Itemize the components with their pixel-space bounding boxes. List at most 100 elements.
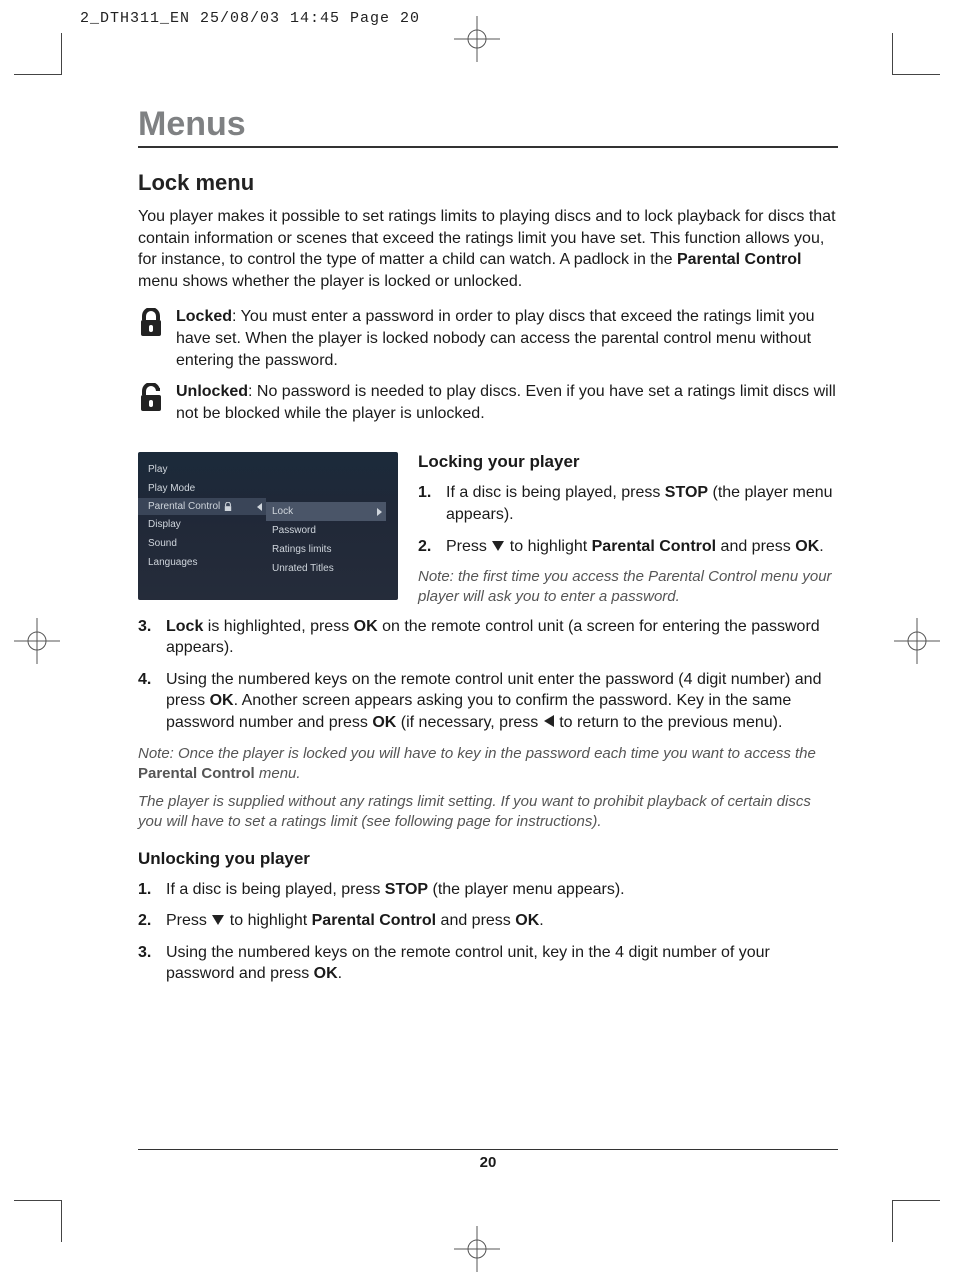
two-column-layout: Play Play Mode Parental Control Display … — [138, 452, 838, 615]
print-header: 2_DTH311_EN 25/08/03 14:45 Page 20 — [80, 10, 420, 27]
crop-mark-icon — [893, 74, 940, 75]
text: Parental Control — [148, 501, 220, 512]
text-bold: Parental Control — [677, 251, 801, 268]
text-bold: OK — [314, 965, 338, 982]
text: to highlight — [505, 538, 591, 555]
lock-closed-icon — [138, 308, 164, 338]
page-footer: 20 — [138, 1149, 838, 1171]
text: Using the numbered keys on the remote co… — [166, 944, 770, 983]
step-text: Using the numbered keys on the remote co… — [166, 669, 838, 734]
intro-paragraph: You player makes it possible to set rati… — [138, 206, 838, 292]
unlocked-description: Unlocked: No password is needed to play … — [138, 381, 838, 424]
text: . — [539, 912, 543, 929]
registration-mark-icon — [454, 16, 500, 62]
page: 2_DTH311_EN 25/08/03 14:45 Page 20 Menus… — [0, 0, 954, 1281]
note-text: The player is supplied without any ratin… — [138, 792, 838, 833]
step-number: 1. — [138, 879, 160, 901]
text: is highlighted, press — [203, 618, 353, 635]
crop-mark-icon — [892, 1200, 893, 1242]
text: . — [819, 538, 823, 555]
step-number: 3. — [138, 942, 160, 985]
step-text: Using the numbered keys on the remote co… — [166, 942, 838, 985]
text: Lock — [272, 506, 293, 517]
crop-mark-icon — [14, 1200, 61, 1201]
step: 4. Using the numbered keys on the remote… — [138, 669, 838, 734]
arrow-down-icon — [491, 540, 505, 552]
triangle-right-icon — [377, 508, 382, 516]
step: 3. Lock is highlighted, press OK on the … — [138, 616, 838, 659]
crop-mark-icon — [61, 33, 62, 75]
text-bold: OK — [515, 912, 539, 929]
step: 2. Press to highlight Parental Control a… — [418, 536, 838, 558]
locking-column: Locking your player 1. If a disc is bein… — [418, 452, 838, 615]
text-bold: OK — [210, 692, 234, 709]
menu-item-selected: Parental Control — [138, 498, 266, 515]
step: 1. If a disc is being played, press STOP… — [418, 482, 838, 525]
section-heading: Lock menu — [138, 170, 838, 196]
crop-mark-icon — [892, 33, 893, 75]
step-text: Press to highlight Parental Control and … — [166, 910, 544, 932]
unlocking-steps: 1. If a disc is being played, press STOP… — [138, 879, 838, 985]
text: (if necessary, press — [396, 714, 542, 731]
crop-mark-icon — [14, 74, 61, 75]
text-bold: Parental Control — [138, 765, 255, 782]
menu-item: Ratings limits — [266, 540, 386, 559]
lock-open-icon — [138, 383, 164, 413]
step-text: If a disc is being played, press STOP (t… — [446, 482, 838, 525]
unlocked-text: Unlocked: No password is needed to play … — [176, 381, 838, 424]
text: and press — [716, 538, 795, 555]
step-text: Lock is highlighted, press OK on the rem… — [166, 616, 838, 659]
registration-mark-icon — [894, 618, 940, 664]
menu-item: Play Mode — [148, 479, 266, 498]
text-bold: OK — [372, 714, 396, 731]
text-bold: Parental Control — [592, 538, 716, 555]
menu-item: Unrated Titles — [266, 559, 386, 578]
step: 1. If a disc is being played, press STOP… — [138, 879, 838, 901]
text-bold: Unlocked — [176, 383, 248, 400]
menu-item: Languages — [148, 553, 266, 572]
crop-mark-icon — [61, 1200, 62, 1242]
text-bold: Parental Control — [312, 912, 436, 929]
divider — [138, 146, 838, 148]
text: to return to the previous menu). — [555, 714, 783, 731]
divider — [138, 1149, 838, 1150]
text: Press — [446, 538, 491, 555]
step-number: 3. — [138, 616, 160, 659]
locked-description: Locked: You must enter a password in ord… — [138, 306, 838, 371]
text: : You must enter a password in order to … — [176, 308, 815, 368]
text-bold: STOP — [385, 881, 428, 898]
menu-screenshot: Play Play Mode Parental Control Display … — [138, 452, 398, 600]
text: Press — [166, 912, 211, 929]
page-number: 20 — [138, 1154, 838, 1171]
triangle-left-icon — [257, 503, 262, 511]
subsection-heading: Unlocking you player — [138, 849, 838, 869]
text: Note: Once the player is locked you will… — [138, 745, 816, 762]
text: menu. — [255, 765, 301, 782]
text-bold: Locked — [176, 308, 232, 325]
step-number: 2. — [138, 910, 160, 932]
menu-item: Display — [148, 515, 266, 534]
step-text: Press to highlight Parental Control and … — [446, 536, 824, 558]
crop-mark-icon — [893, 1200, 940, 1201]
step-number: 4. — [138, 669, 160, 734]
text-bold: OK — [354, 618, 378, 635]
registration-mark-icon — [454, 1226, 500, 1272]
text: (the player menu appears). — [428, 881, 625, 898]
locking-steps-continued: 3. Lock is highlighted, press OK on the … — [138, 616, 838, 734]
arrow-left-icon — [543, 714, 555, 728]
text: If a disc is being played, press — [446, 484, 665, 501]
lock-icon — [224, 502, 232, 512]
text: and press — [436, 912, 515, 929]
note-text: Note: the first time you access the Pare… — [418, 567, 838, 608]
content-area: Menus Lock menu You player makes it poss… — [138, 105, 838, 995]
menu-item: Play — [148, 460, 266, 479]
text-bold: OK — [795, 538, 819, 555]
text-bold: STOP — [665, 484, 708, 501]
step: 3. Using the numbered keys on the remote… — [138, 942, 838, 985]
text-bold: Lock — [166, 618, 203, 635]
registration-mark-icon — [14, 618, 60, 664]
main-heading: Menus — [138, 105, 838, 144]
menu-item: Password — [266, 521, 386, 540]
note-text: Note: Once the player is locked you will… — [138, 744, 838, 785]
step-number: 2. — [418, 536, 440, 558]
